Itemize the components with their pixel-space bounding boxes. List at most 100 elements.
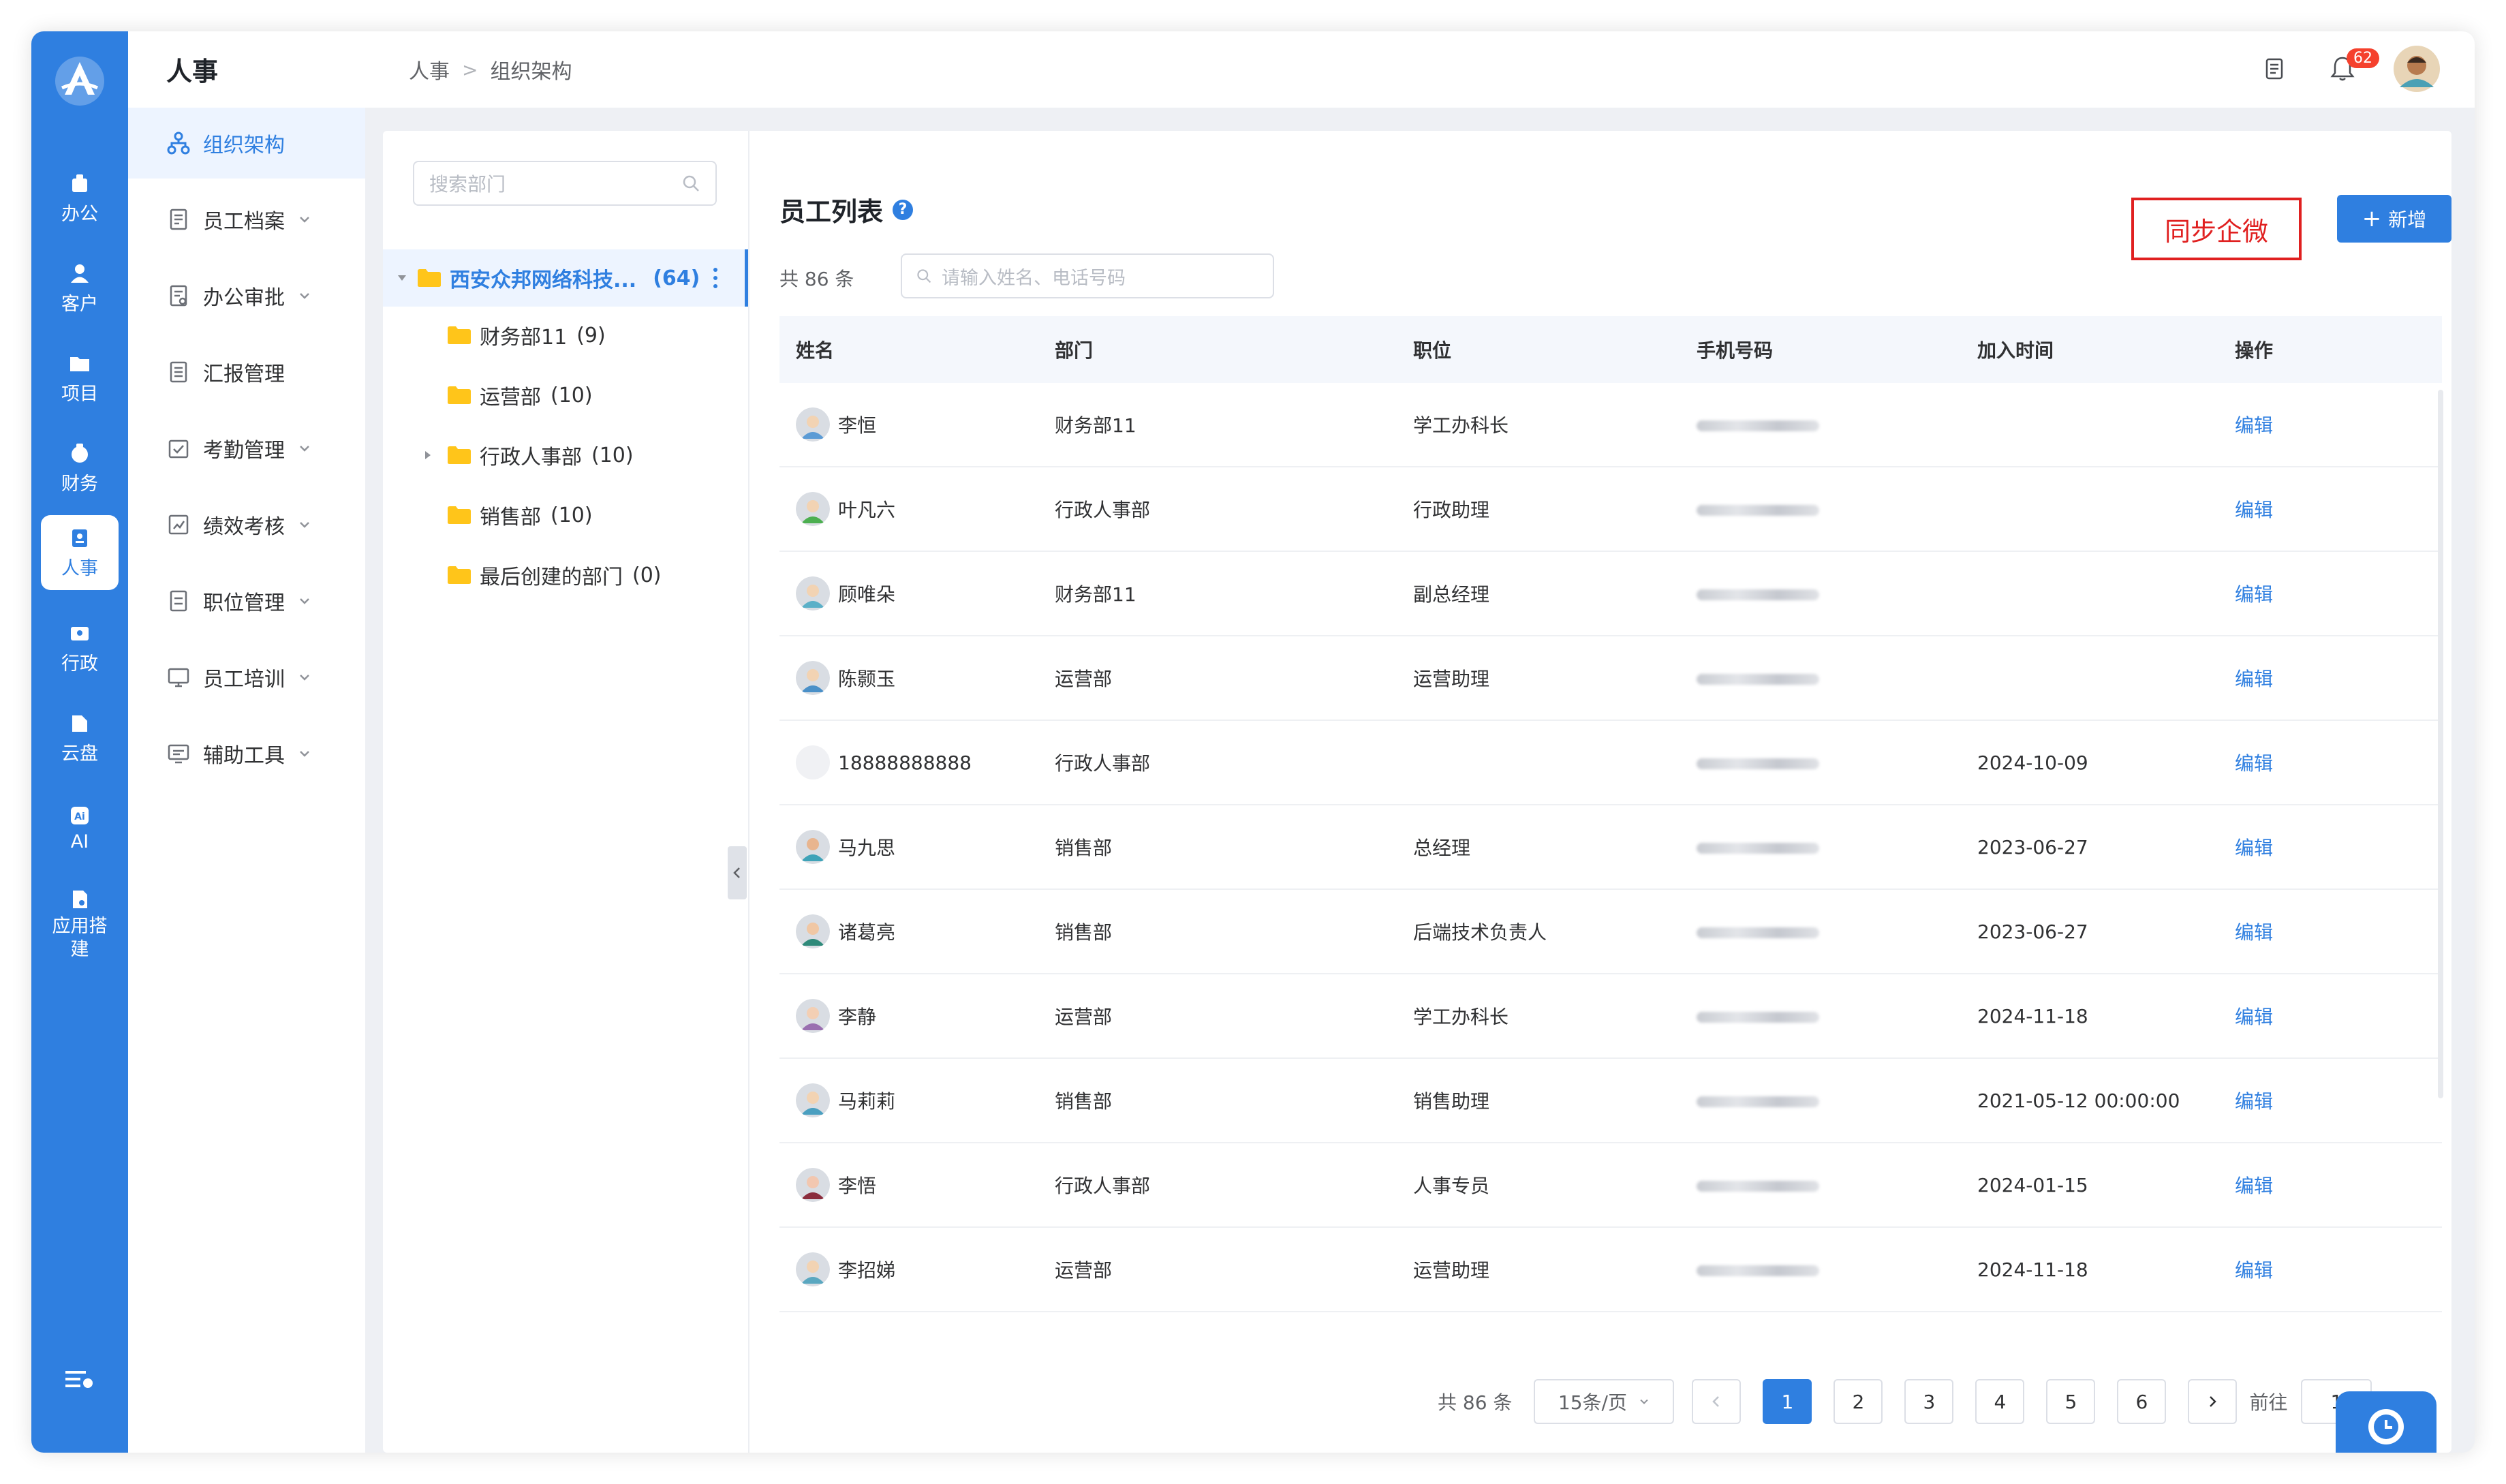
chevron-right-icon [2210, 1396, 2217, 1407]
edit-link[interactable]: 编辑 [2235, 1175, 2273, 1197]
app-logo[interactable] [50, 52, 109, 110]
tree-node-sales[interactable]: 销售部 (10) [447, 500, 593, 530]
caret-right-icon[interactable] [421, 448, 435, 462]
folder-icon [448, 446, 471, 464]
table-row[interactable]: 李恒 财务部11 学工办科长 编辑 [779, 383, 2442, 467]
table-row[interactable]: 顾唯朵 财务部11 副总经理 编辑 [779, 551, 2442, 636]
table-row[interactable]: 马莉莉 销售部 销售助理 2021-05-12 00:00:00 编辑 [779, 1058, 2442, 1143]
menu-item-attendance[interactable]: 考勤管理 [128, 413, 365, 484]
column-header[interactable]: 手机号码 [1680, 316, 1961, 383]
edit-link[interactable]: 编辑 [2235, 414, 2273, 437]
tree-node-count: (9) [576, 323, 606, 347]
column-header[interactable]: 加入时间 [1961, 316, 2218, 383]
edit-link[interactable]: 编辑 [2235, 668, 2273, 690]
tree-node-root[interactable]: 西安众邦网络科技... (64) [383, 249, 748, 307]
svg-text:Ai: Ai [74, 811, 85, 822]
logo-icon [55, 57, 104, 106]
employee-phone-cell [1680, 551, 1961, 636]
table-scrollbar[interactable] [2438, 390, 2443, 1098]
edit-link[interactable]: 编辑 [2235, 752, 2273, 775]
rail-item-cloud-disk[interactable]: 云盘 [41, 700, 119, 775]
edit-link[interactable]: 编辑 [2235, 837, 2273, 859]
rail-label: 行政 [61, 653, 98, 675]
column-header[interactable]: 姓名 [779, 316, 1038, 383]
blurred-phone-number [1697, 1011, 1819, 1023]
page-button[interactable]: 5 [2046, 1379, 2096, 1424]
tree-node-operations[interactable]: 运营部 (10) [447, 380, 593, 410]
rail-item-admin[interactable]: 行政 [41, 610, 119, 685]
rail-item-finance[interactable]: 财务 [41, 431, 119, 506]
menu-item-tools[interactable]: 辅助工具 [128, 718, 365, 789]
user-avatar[interactable] [2393, 45, 2441, 93]
rail-item-project[interactable]: 项目 [41, 341, 119, 416]
page-button[interactable]: 1 [1763, 1379, 1812, 1424]
table-row[interactable]: 李静 运营部 学工办科长 2024-11-18 编辑 [779, 974, 2442, 1059]
employee-position: 总经理 [1397, 805, 1680, 890]
prev-page-button[interactable] [1692, 1379, 1742, 1424]
edit-link[interactable]: 编辑 [2235, 499, 2273, 521]
rail-item-customer[interactable]: 客户 [41, 251, 119, 326]
menu-item-report-management[interactable]: 汇报管理 [128, 337, 365, 407]
more-vertical-icon[interactable] [712, 266, 719, 290]
notification-bell[interactable]: 62 [2327, 48, 2379, 84]
project-icon [70, 356, 89, 371]
edit-link[interactable]: 编辑 [2235, 583, 2273, 606]
menu-item-office-approval[interactable]: 办公审批 [128, 260, 365, 331]
breadcrumb-root[interactable]: 人事 [409, 55, 450, 84]
table-row[interactable]: 李悟 行政人事部 人事专员 2024-01-15 编辑 [779, 1143, 2442, 1228]
employee-table: 姓名 部门 职位 手机号码 加入时间 操作 李恒 财务部11 学工办科长 编辑 叶凡六行… [779, 316, 2442, 1312]
rail-item-office[interactable]: 办公 [41, 161, 119, 236]
caret-down-icon[interactable] [395, 271, 409, 285]
employee-position: 行政助理 [1397, 467, 1680, 552]
tree-node-name: 运营部 [480, 386, 541, 409]
table-row[interactable]: 陈颢玉 运营部 运营助理 编辑 [779, 636, 2442, 721]
table-row[interactable]: 马九思 销售部 总经理 2023-06-27 编辑 [779, 805, 2442, 890]
menu-item-employee-files[interactable]: 员工档案 [128, 184, 365, 255]
menu-item-training[interactable]: 员工培训 [128, 642, 365, 713]
rail-label: 客户 [61, 293, 98, 315]
table-row[interactable]: 李招娣 运营部 运营助理 2024-11-18 编辑 [779, 1227, 2442, 1312]
sync-wecom-button[interactable]: 同步企微 [2131, 198, 2302, 260]
page-button[interactable]: 4 [1975, 1379, 2025, 1424]
column-header[interactable]: 部门 [1038, 316, 1397, 383]
menu-item-performance[interactable]: 绩效考核 [128, 489, 365, 560]
add-employee-button[interactable]: + 新增 [2337, 195, 2451, 243]
department-search-input[interactable]: 搜索部门 [413, 161, 717, 206]
menu-label: 办公审批 [203, 286, 285, 310]
app-builder-icon [73, 891, 87, 908]
tree-node-admin-hr[interactable]: 行政人事部 (10) [421, 440, 634, 470]
edit-link[interactable]: 编辑 [2235, 921, 2273, 944]
page-button[interactable]: 6 [2117, 1379, 2167, 1424]
next-page-button[interactable] [2188, 1379, 2238, 1424]
rail-label: AI [70, 831, 89, 852]
column-header[interactable]: 职位 [1397, 316, 1680, 383]
notebook-icon[interactable] [2261, 55, 2288, 82]
edit-link[interactable]: 编辑 [2235, 1259, 2273, 1282]
employee-action-cell: 编辑 [2218, 1058, 2442, 1143]
edit-link[interactable]: 编辑 [2235, 1090, 2273, 1113]
chevron-down-icon [300, 598, 309, 604]
table-row[interactable]: 18888888888 行政人事部 2024-10-09 编辑 [779, 720, 2442, 805]
rail-item-ai[interactable]: Ai AI [41, 790, 119, 865]
floating-clock-button[interactable] [2336, 1391, 2437, 1453]
employee-dept: 运营部 [1038, 1227, 1397, 1312]
ai-icon: Ai [71, 806, 89, 824]
rail-item-app-builder[interactable]: 应用搭建 [41, 880, 119, 969]
menu-item-org-structure[interactable]: 组织架构 [128, 108, 365, 179]
employee-name-cell: 马九思 [779, 805, 1038, 890]
rail-item-hr[interactable]: 人事 [41, 515, 119, 590]
page-size-select[interactable]: 15条/页 [1534, 1379, 1675, 1424]
menu-item-position-management[interactable]: 职位管理 [128, 566, 365, 636]
collapse-sidebar-handle[interactable] [728, 846, 747, 899]
page-button[interactable]: 2 [1834, 1379, 1883, 1424]
tree-node-finance[interactable]: 财务部11 (9) [447, 320, 606, 350]
page-button[interactable]: 3 [1904, 1379, 1954, 1424]
employee-search-input[interactable]: 请输入姓名、电话号码 [901, 253, 1274, 298]
rail-label: 财务 [61, 473, 98, 495]
edit-link[interactable]: 编辑 [2235, 1006, 2273, 1028]
table-row[interactable]: 诸葛亮 销售部 后端技术负责人 2023-06-27 编辑 [779, 889, 2442, 974]
menu-settings-icon[interactable] [64, 1367, 95, 1391]
help-icon[interactable]: ? [893, 199, 914, 220]
tree-node-last-created[interactable]: 最后创建的部门 (0) [447, 560, 662, 590]
table-row[interactable]: 叶凡六 行政人事部 行政助理 编辑 [779, 467, 2442, 552]
